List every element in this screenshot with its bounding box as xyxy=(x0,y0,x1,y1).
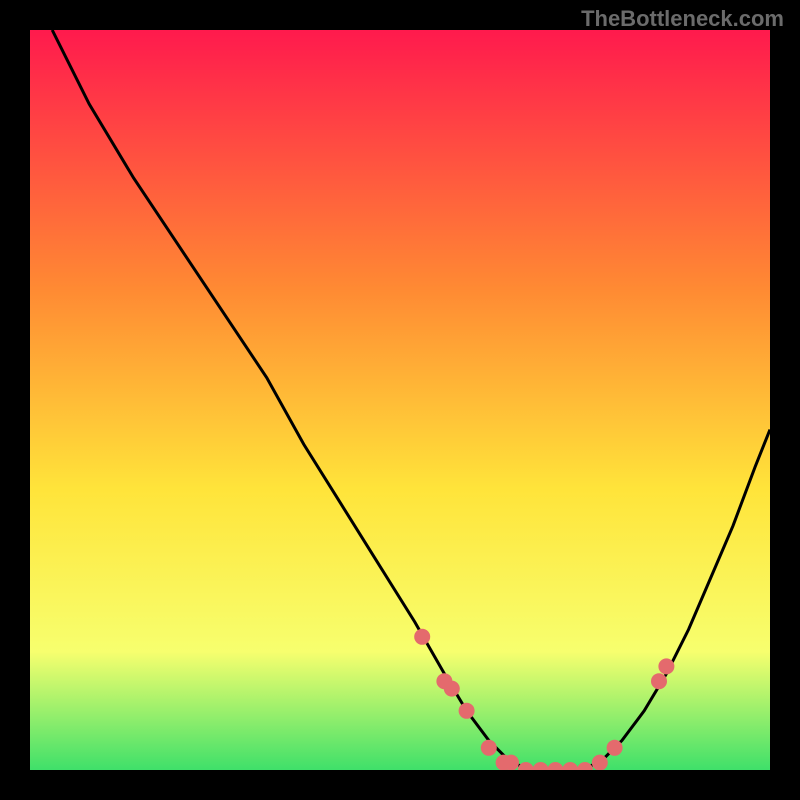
chart-container: TheBottleneck.com xyxy=(0,0,800,800)
dot-marker xyxy=(651,673,667,689)
dot-marker xyxy=(533,762,549,778)
dot-marker xyxy=(459,703,475,719)
plot-background xyxy=(30,30,770,770)
dot-marker xyxy=(547,762,563,778)
dot-marker xyxy=(444,681,460,697)
dot-marker xyxy=(503,755,519,771)
bottleneck-plot xyxy=(0,0,800,800)
dot-marker xyxy=(607,740,623,756)
dot-marker xyxy=(577,762,593,778)
dot-marker xyxy=(481,740,497,756)
dot-marker xyxy=(562,762,578,778)
dot-marker xyxy=(592,755,608,771)
dot-marker xyxy=(414,629,430,645)
dot-marker xyxy=(518,762,534,778)
dot-marker xyxy=(658,658,674,674)
watermark: TheBottleneck.com xyxy=(581,6,784,32)
